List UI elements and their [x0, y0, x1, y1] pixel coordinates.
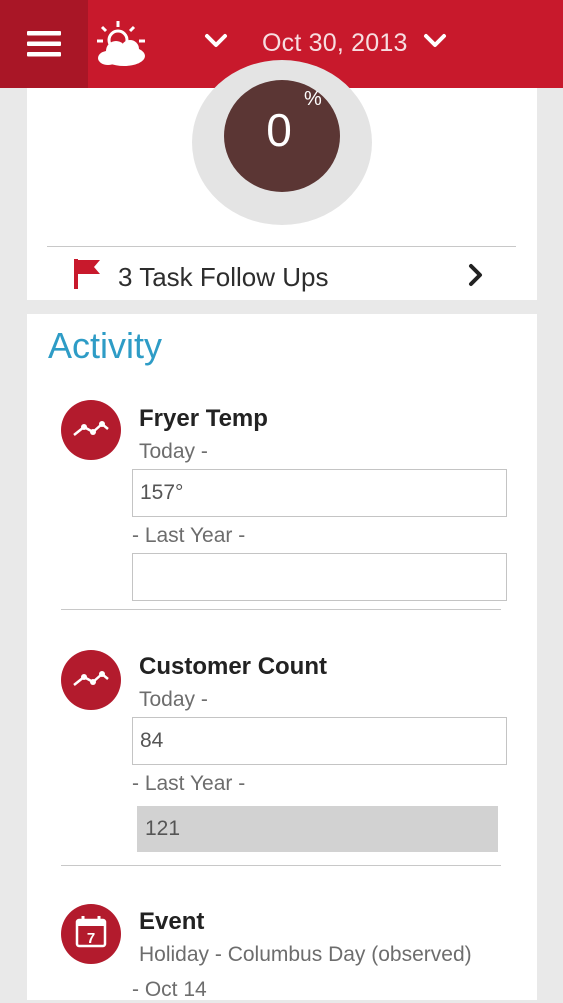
- activity-card: Activity Fryer Temp Today - 157° - Last …: [27, 314, 537, 1001]
- activity-item-title: Customer Count: [139, 653, 327, 680]
- calendar-icon: 7: [61, 904, 121, 964]
- calendar-day: 7: [87, 930, 95, 947]
- partly-cloudy-icon[interactable]: [94, 18, 150, 70]
- last-year-value-input[interactable]: [132, 553, 507, 601]
- divider: [61, 865, 501, 866]
- progress-unit: %: [304, 88, 322, 110]
- today-value-input[interactable]: 84: [132, 717, 507, 765]
- last-year-label: - Last Year -: [132, 524, 246, 547]
- divider: [61, 609, 501, 610]
- task-follow-ups-row[interactable]: 3 Task Follow Ups: [47, 248, 517, 300]
- activity-item-title: Event: [139, 908, 205, 935]
- chevron-down-icon[interactable]: [204, 32, 228, 50]
- task-follow-ups-label: 3 Task Follow Ups: [118, 262, 329, 292]
- divider: [47, 246, 516, 247]
- trend-line-icon: [61, 650, 121, 710]
- flag-icon: [74, 259, 100, 289]
- event-detail: Holiday - Columbus Day (observed): [139, 943, 472, 966]
- activity-title: Activity: [48, 325, 163, 366]
- event-date: - Oct 14: [132, 978, 207, 1001]
- progress-gauge: 0 %: [224, 80, 340, 192]
- chevron-right-icon: [469, 264, 482, 286]
- date-dropdown-chevron-icon[interactable]: [423, 32, 447, 50]
- summary-card: 0 % 3 Task Follow Ups: [27, 60, 537, 300]
- last-year-label: - Last Year -: [132, 772, 246, 795]
- menu-button[interactable]: [0, 0, 88, 88]
- today-label: Today -: [139, 440, 208, 463]
- today-value-input[interactable]: 157°: [132, 469, 507, 517]
- last-year-value-readonly: 121: [137, 806, 498, 852]
- activity-item-title: Fryer Temp: [139, 405, 268, 432]
- today-label: Today -: [139, 688, 208, 711]
- trend-line-icon: [61, 400, 121, 460]
- hamburger-menu-icon: [27, 31, 61, 57]
- selected-date[interactable]: Oct 30, 2013: [262, 26, 408, 60]
